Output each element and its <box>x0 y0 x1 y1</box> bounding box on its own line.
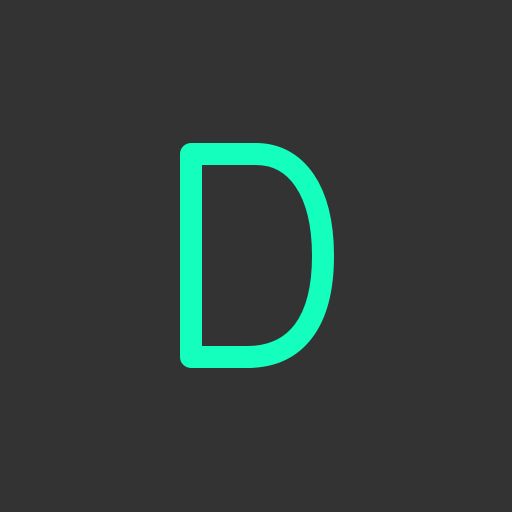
app-icon-tile: D <box>0 0 512 512</box>
letter-d-icon <box>180 143 334 368</box>
letter-d-glyph-stroke <box>180 143 334 368</box>
